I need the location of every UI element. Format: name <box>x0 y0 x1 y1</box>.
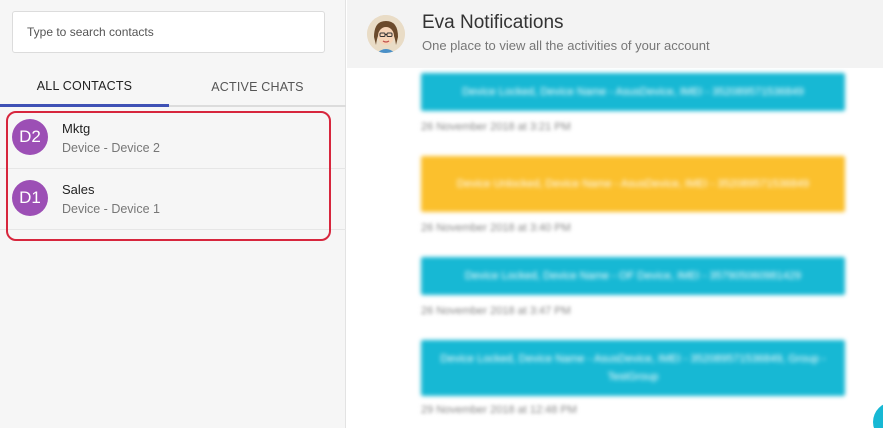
tab-active-chats[interactable]: ACTIVE CHATS <box>169 68 346 105</box>
page-subtitle: One place to view all the activities of … <box>422 38 710 53</box>
search-input[interactable] <box>12 11 325 53</box>
page-title: Eva Notifications <box>422 12 564 33</box>
notification-timestamp: 26 November 2018 at 3:40 PM <box>421 222 571 234</box>
notification-timestamp: 29 November 2018 at 12:48 PM <box>421 404 577 416</box>
contact-subtitle: Device - Device 1 <box>62 202 160 216</box>
eva-avatar-icon <box>367 15 405 53</box>
contact-item-mktg[interactable]: D2 Mktg Device - Device 2 <box>0 108 346 169</box>
avatar: D1 <box>12 180 48 216</box>
notification-timestamp: 26 November 2018 at 3:21 PM <box>421 121 571 133</box>
notifications-panel: Eva Notifications One place to view all … <box>347 0 883 428</box>
notification-message: Device Locked, Device Name - AsusDevice,… <box>421 340 845 396</box>
contact-name: Sales <box>62 182 95 197</box>
contact-list: D2 Mktg Device - Device 2 D1 Sales Devic… <box>0 108 346 230</box>
notification-message: Device Locked, Device Name - AsusDevice,… <box>421 73 845 111</box>
notification-message: Device Unlocked, Device Name - AsusDevic… <box>421 156 845 212</box>
contacts-panel: ALL CONTACTS ACTIVE CHATS D2 Mktg Device… <box>0 0 346 428</box>
notification-timestamp: 26 November 2018 at 3:47 PM <box>421 305 571 317</box>
notifications-header: Eva Notifications One place to view all … <box>347 0 883 68</box>
contact-item-sales[interactable]: D1 Sales Device - Device 1 <box>0 169 346 230</box>
tab-all-contacts[interactable]: ALL CONTACTS <box>0 68 169 107</box>
notification-message: Device Locked, Device Name - OF Device, … <box>421 257 845 295</box>
contact-subtitle: Device - Device 2 <box>62 141 160 155</box>
contact-name: Mktg <box>62 121 91 136</box>
contact-tabs: ALL CONTACTS ACTIVE CHATS <box>0 68 346 107</box>
notification-feed[interactable]: Device Locked, Device Name - AsusDevice,… <box>347 68 883 428</box>
avatar: D2 <box>12 119 48 155</box>
